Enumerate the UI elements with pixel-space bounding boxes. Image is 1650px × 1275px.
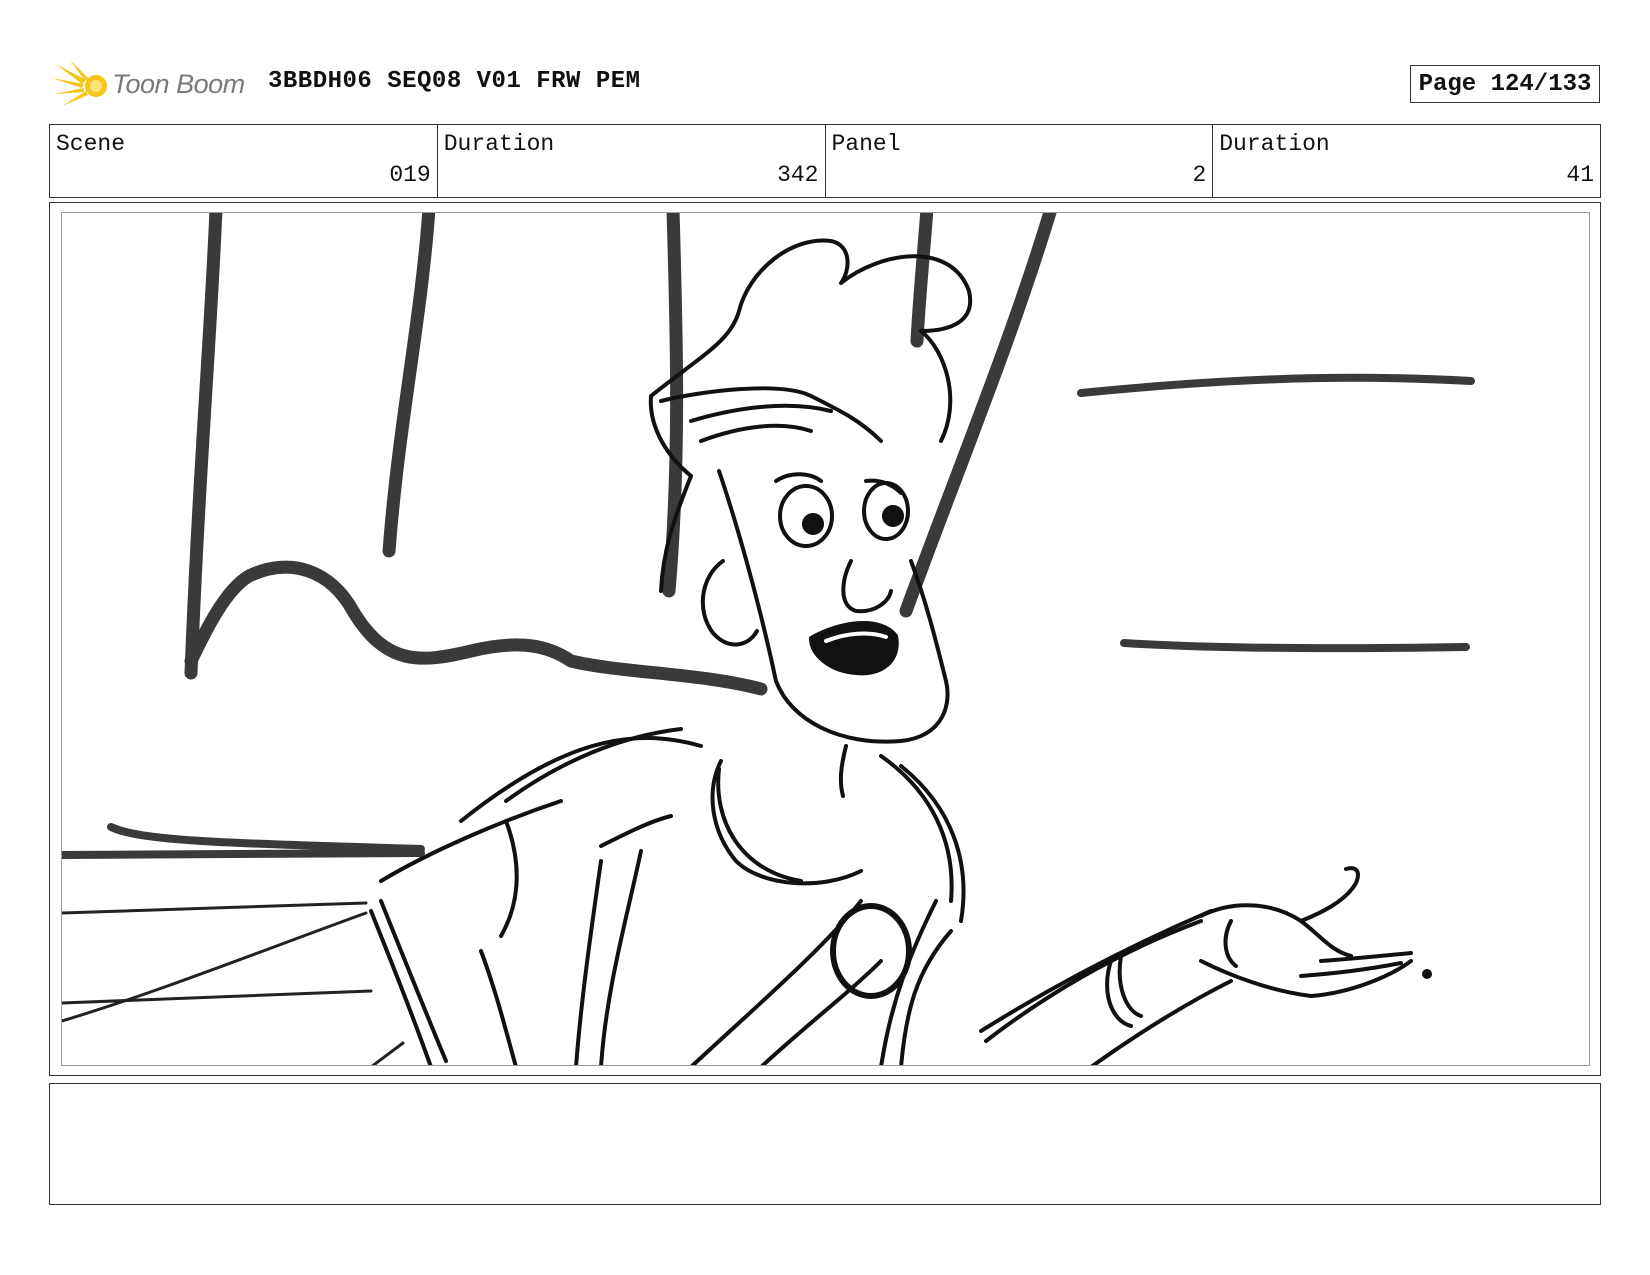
panel-notes-box <box>49 1083 1601 1205</box>
toon-boom-logo: Toon Boom <box>52 58 245 110</box>
panel-image-area <box>61 212 1590 1066</box>
scene-value: 019 <box>389 162 431 188</box>
table-lines <box>62 901 405 1065</box>
toon-boom-burst-icon <box>52 60 107 106</box>
background-lines <box>62 373 1475 859</box>
scene-duration-cell: Duration 342 <box>438 125 826 197</box>
background-strokes <box>184 213 1057 696</box>
scene-duration-label: Duration <box>443 131 555 157</box>
scene-cell: Scene 019 <box>50 125 438 197</box>
panel-duration-cell: Duration 41 <box>1213 125 1600 197</box>
storyboard-sketch <box>62 213 1475 1065</box>
logo-text: Toon Boom <box>112 68 245 99</box>
scene-label: Scene <box>56 131 126 157</box>
panel-label: Panel <box>831 131 901 157</box>
scene-info-row: Scene 019 Duration 342 Panel 2 Duration … <box>49 124 1601 198</box>
panel-duration-label: Duration <box>1219 131 1330 157</box>
page-indicator: Page 124/133 <box>1410 65 1600 103</box>
panel-value: 2 <box>1192 162 1207 188</box>
panel-cell: Panel 2 <box>826 125 1214 197</box>
panel-duration-value: 41 <box>1566 162 1594 188</box>
document-title: 3BBDH06 SEQ08 V01 FRW PEM <box>268 68 641 95</box>
scene-duration-value: 342 <box>777 162 819 188</box>
character-sketch <box>369 238 1432 1065</box>
